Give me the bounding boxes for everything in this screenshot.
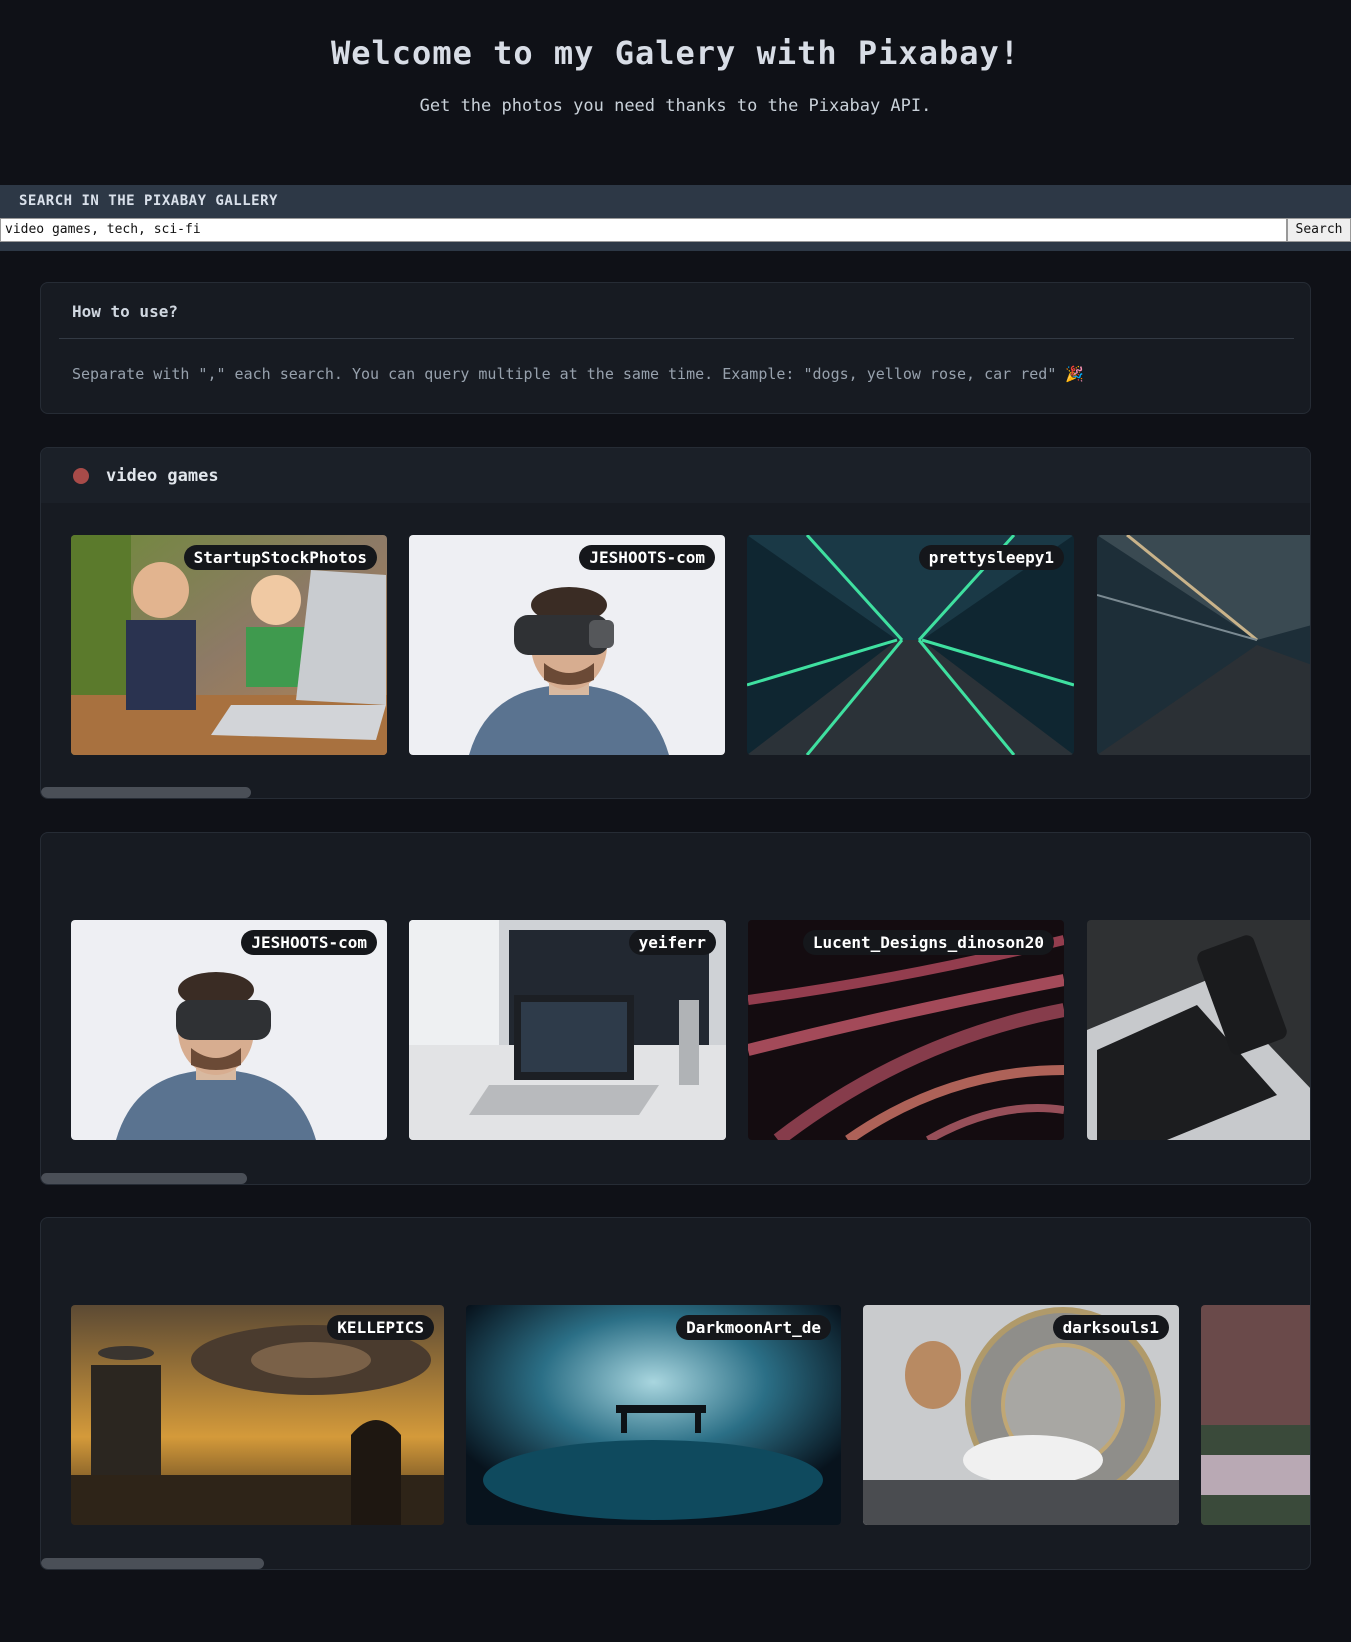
gallery-sci-fi: KELLEPICS DarkmoonArt_de darksouls1 — [40, 1217, 1311, 1570]
author-tag: yeiferr — [628, 930, 716, 955]
photo-strip[interactable]: JESHOOTS-com yeiferr Lucent_Designs_dino… — [41, 920, 1310, 1140]
photo-card[interactable]: JESHOOTS-com — [409, 535, 725, 755]
photo-card[interactable]: JESHOOTS-com — [71, 920, 387, 1140]
photo-card[interactable] — [1201, 1305, 1310, 1525]
author-tag: KELLEPICS — [327, 1315, 434, 1340]
page-subtitle: Get the photos you need thanks to the Pi… — [419, 96, 932, 116]
search-button[interactable]: Search — [1287, 218, 1351, 242]
page-title: Welcome to my Galery with Pixabay! — [330, 34, 1021, 72]
how-to-title: How to use? — [72, 302, 178, 321]
photo-strip[interactable]: StartupStockPhotos JESHOOTS-com prettysl… — [41, 535, 1310, 755]
author-tag: JESHOOTS-com — [241, 930, 377, 955]
author-tag: prettysleepy1 — [918, 545, 1064, 570]
author-tag: darksouls1 — [1052, 1315, 1169, 1340]
search-label: SEARCH IN THE PIXABAY GALLERY — [19, 193, 278, 209]
search-input[interactable]: video games, tech, sci-fi — [0, 218, 1287, 242]
gallery-video-games: video games StartupStockPhotos JESHOOTS-… — [40, 447, 1311, 799]
search-panel: SEARCH IN THE PIXABAY GALLERY video game… — [0, 185, 1351, 251]
photo-card[interactable]: StartupStockPhotos — [71, 535, 387, 755]
photo-card[interactable] — [1097, 535, 1310, 755]
gallery-header: video games — [41, 448, 1310, 503]
author-tag: JESHOOTS-com — [579, 545, 715, 570]
gallery-header — [41, 833, 1310, 888]
laptop-keyboard-photo-icon — [1087, 920, 1310, 1140]
how-to-text: Separate with "," each search. You can q… — [72, 365, 1085, 383]
tunnel-photo-icon — [1097, 535, 1310, 755]
photo-card[interactable]: KELLEPICS — [71, 1305, 444, 1525]
landscape-photo-icon — [1201, 1305, 1310, 1525]
status-dot-icon — [73, 467, 89, 484]
author-tag: Lucent_Designs_dinoson20 — [802, 930, 1054, 955]
author-tag: DarkmoonArt_de — [676, 1315, 831, 1340]
photo-card[interactable]: darksouls1 — [863, 1305, 1179, 1525]
photo-card[interactable] — [1087, 920, 1310, 1140]
photo-card[interactable]: prettysleepy1 — [747, 535, 1074, 755]
page-header: Welcome to my Galery with Pixabay! Get t… — [0, 0, 1351, 185]
horizontal-scrollbar[interactable] — [41, 1558, 264, 1569]
horizontal-scrollbar[interactable] — [41, 787, 251, 798]
photo-card[interactable]: Lucent_Designs_dinoson20 — [748, 920, 1064, 1140]
gallery-header — [41, 1218, 1310, 1273]
photo-card[interactable]: DarkmoonArt_de — [466, 1305, 841, 1525]
gallery-title: video games — [106, 465, 219, 486]
photo-card[interactable]: yeiferr — [409, 920, 726, 1140]
gallery-tech: JESHOOTS-com yeiferr Lucent_Designs_dino… — [40, 832, 1311, 1185]
author-tag: StartupStockPhotos — [183, 545, 377, 570]
horizontal-scrollbar[interactable] — [41, 1173, 247, 1184]
photo-strip[interactable]: KELLEPICS DarkmoonArt_de darksouls1 — [41, 1305, 1310, 1525]
how-to-card: How to use? Separate with "," each searc… — [40, 282, 1311, 414]
